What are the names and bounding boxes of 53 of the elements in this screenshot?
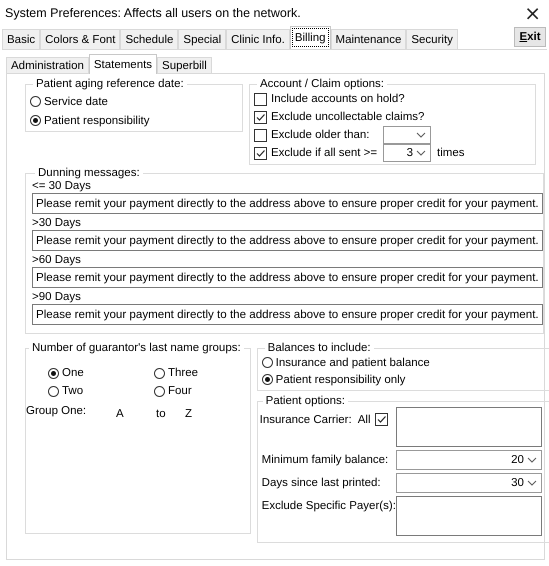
message-label: >90 Days xyxy=(32,290,82,304)
tab[interactable]: Basic xyxy=(2,29,40,49)
tab[interactable]: Clinic Info. xyxy=(226,29,290,49)
checkbox-label: All xyxy=(358,414,370,426)
tab[interactable]: Statements xyxy=(88,54,158,74)
tab[interactable]: Administration xyxy=(6,57,89,74)
radio-label: Service date xyxy=(44,96,108,108)
range-separator: to xyxy=(156,407,167,420)
radio-label: Three xyxy=(168,367,198,379)
checkbox-label: Exclude older than: xyxy=(271,129,370,141)
field-label: Insurance Carrier: xyxy=(260,414,352,426)
group-title: Patient options: xyxy=(264,395,346,407)
message-label: >60 Days xyxy=(32,253,82,267)
radio-label: Insurance and patient balance xyxy=(276,356,430,368)
dropdown[interactable]: 3 xyxy=(383,144,431,162)
tab[interactable]: Billing xyxy=(290,26,330,49)
field-label: Minimum family balance: xyxy=(260,454,390,466)
tab[interactable]: Security xyxy=(406,29,458,49)
unit-label: times xyxy=(437,147,464,159)
message-field[interactable]: Please remit your payment directly to the address above to ensure proper credit for your payment. xyxy=(32,304,543,325)
message-label: >30 Days xyxy=(32,216,82,230)
radio-label: Patient responsibility xyxy=(44,114,150,126)
tab[interactable]: Colors & Font xyxy=(40,29,120,49)
radio-label: Two xyxy=(62,385,84,397)
tab[interactable]: Maintenance xyxy=(330,29,406,49)
tab[interactable]: Special xyxy=(178,29,226,49)
tab[interactable]: Superbill xyxy=(157,57,212,74)
exit-button[interactable]: Exit xyxy=(514,27,546,47)
group-title: Dunning messages: xyxy=(37,167,141,179)
range-end: Z xyxy=(185,407,192,420)
tab[interactable]: Schedule xyxy=(120,29,178,49)
group-label: Group One: xyxy=(26,405,88,419)
field-label: Days since last printed: xyxy=(260,477,382,489)
group-title: Number of guarantor's last name groups: xyxy=(31,342,242,354)
group-title: Patient aging reference date: xyxy=(35,78,185,90)
message-field[interactable]: Please remit your payment directly to the address above to ensure proper credit for your payment. xyxy=(32,230,543,251)
dropdown[interactable]: 30 xyxy=(396,473,542,493)
window-title: System Preferences: Affects all users on the network. xyxy=(5,6,301,20)
message-field[interactable]: Please remit your payment directly to the address above to ensure proper credit for your payment. xyxy=(32,193,543,214)
checkbox-label: Include accounts on hold? xyxy=(271,93,405,105)
range-start: A xyxy=(116,407,125,420)
group-title: Account / Claim options: xyxy=(259,78,386,90)
radio-label: Four xyxy=(168,385,192,397)
message-label: <= 30 Days xyxy=(32,179,92,193)
message-field[interactable]: Please remit your payment directly to the address above to ensure proper credit for your payment. xyxy=(32,267,543,288)
radio-label: One xyxy=(62,367,84,379)
close-button[interactable]: × xyxy=(520,2,545,24)
field-label: Exclude Specific Payer(s): xyxy=(260,499,396,512)
checkbox-label: Exclude uncollectable claims? xyxy=(271,111,424,123)
dropdown[interactable]: 20 xyxy=(396,450,542,470)
checkbox-label: Exclude if all sent >= xyxy=(271,147,378,159)
group-title: Balances to include: xyxy=(266,342,372,354)
radio-label: Patient responsibility only xyxy=(276,374,406,386)
